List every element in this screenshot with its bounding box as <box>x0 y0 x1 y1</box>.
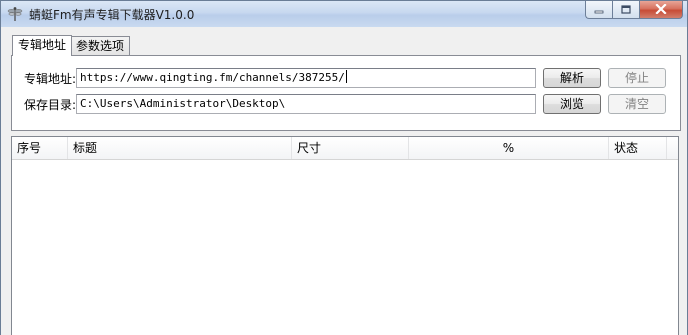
album-url-input[interactable]: https://www.qingting.fm/channels/387255/ <box>76 68 536 88</box>
stop-button[interactable]: 停止 <box>608 68 666 88</box>
tab-album-url[interactable]: 专辑地址 <box>12 35 73 56</box>
close-button[interactable] <box>639 1 683 19</box>
maximize-icon <box>621 3 631 17</box>
tab-options[interactable]: 参数选项 <box>70 36 131 55</box>
download-list[interactable]: 序号 标题 尺寸 % 状态 <box>11 136 679 335</box>
column-header-status[interactable]: 状态 <box>609 137 667 159</box>
column-header-size[interactable]: 尺寸 <box>292 137 409 159</box>
app-window: 蜻蜓Fm有声专辑下载器V1.0.0 专辑地址 参数选项 专辑地址: https:… <box>0 0 688 335</box>
clear-button[interactable]: 清空 <box>608 94 666 114</box>
caption-buttons <box>585 1 683 21</box>
text-caret <box>345 70 347 83</box>
save-dir-input[interactable]: C:\Users\Administrator\Desktop\ <box>76 94 536 114</box>
album-url-value: https://www.qingting.fm/channels/387255/ <box>80 71 345 84</box>
close-icon <box>655 2 667 17</box>
minimize-button[interactable] <box>585 1 612 19</box>
parse-button[interactable]: 解析 <box>543 68 601 88</box>
album-url-label: 专辑地址: <box>24 72 77 86</box>
column-header-index[interactable]: 序号 <box>12 137 68 159</box>
save-dir-value: C:\Users\Administrator\Desktop\ <box>80 97 286 110</box>
browse-button[interactable]: 浏览 <box>543 94 601 114</box>
column-header-percent[interactable]: % <box>409 137 609 159</box>
save-dir-label: 保存目录: <box>24 98 77 112</box>
window-title: 蜻蜓Fm有声专辑下载器V1.0.0 <box>29 8 195 22</box>
tab-panel-album-url: 专辑地址: https://www.qingting.fm/channels/3… <box>11 55 681 131</box>
title-bar[interactable]: 蜻蜓Fm有声专辑下载器V1.0.0 <box>1 1 687 27</box>
dragonfly-icon <box>7 6 23 22</box>
minimize-icon <box>594 3 604 17</box>
maximize-button[interactable] <box>612 1 639 19</box>
column-header-title[interactable]: 标题 <box>68 137 292 159</box>
list-header: 序号 标题 尺寸 % 状态 <box>12 137 678 160</box>
